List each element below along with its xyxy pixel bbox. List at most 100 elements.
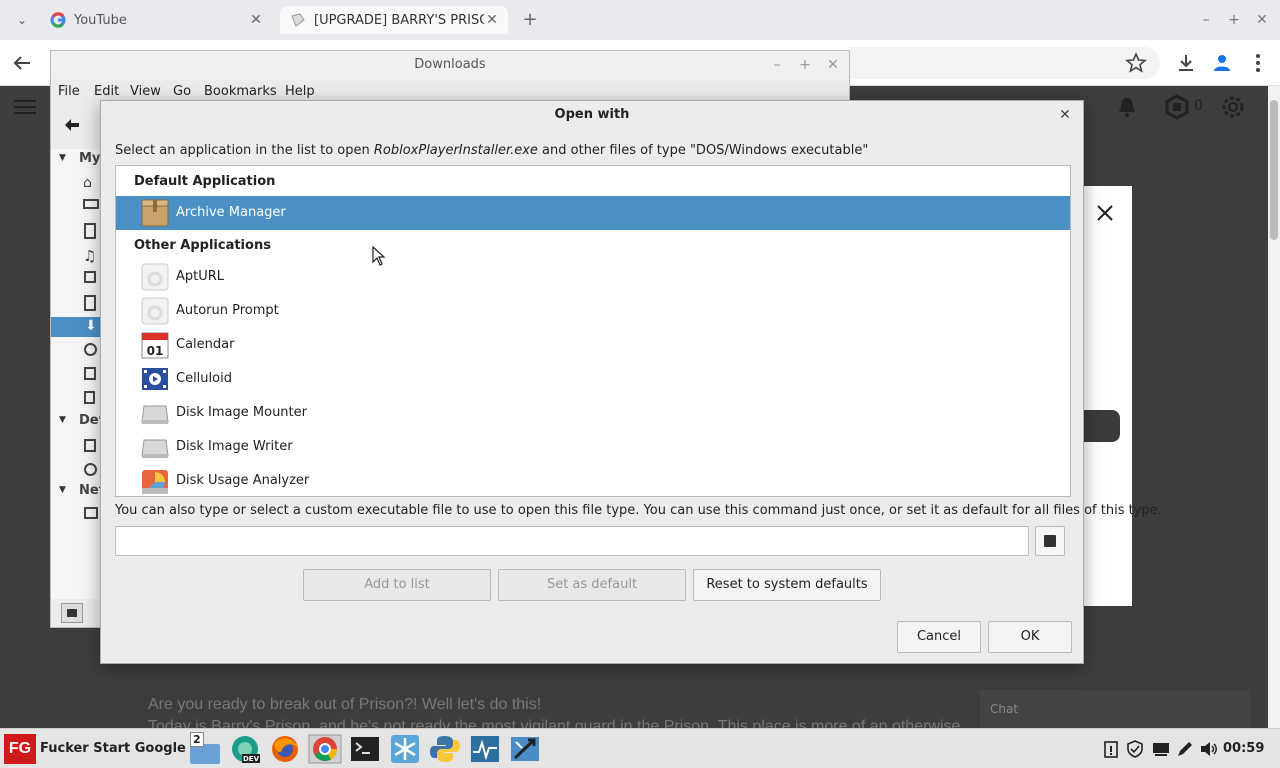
start-menu-label[interactable]: Fucker Start Google bbox=[40, 741, 186, 756]
download-icon[interactable] bbox=[1174, 51, 1198, 75]
profile-icon[interactable] bbox=[1210, 51, 1234, 75]
file-manager-taskbar-button[interactable]: 2 bbox=[188, 732, 222, 764]
menu-file[interactable]: File bbox=[58, 84, 80, 99]
menu-view[interactable]: View bbox=[130, 84, 161, 99]
page-modal-button[interactable] bbox=[1080, 410, 1120, 442]
section-my-computer[interactable]: My bbox=[79, 151, 100, 166]
page-icon bbox=[291, 13, 305, 27]
close-icon[interactable]: ✕ bbox=[248, 12, 264, 28]
settings-gear-icon[interactable] bbox=[1220, 94, 1246, 120]
close-window-button[interactable]: ✕ bbox=[1252, 10, 1272, 30]
snowflake-icon[interactable] bbox=[388, 734, 422, 764]
star-icon[interactable] bbox=[1124, 51, 1148, 75]
robux-icon[interactable] bbox=[1164, 94, 1190, 120]
folder-icon bbox=[1044, 535, 1056, 547]
expander-icon[interactable]: ▼ bbox=[59, 485, 66, 495]
browse-button[interactable] bbox=[1035, 526, 1065, 556]
display-icon[interactable] bbox=[1152, 740, 1170, 758]
clock[interactable]: 00:59 bbox=[1223, 741, 1264, 756]
minimize-button[interactable]: – bbox=[1196, 10, 1216, 30]
instruction-prefix: Select an application in the list to ope… bbox=[115, 143, 374, 158]
documents-icon[interactable] bbox=[84, 223, 96, 239]
sidebar-item-downloads[interactable]: ⬇ bbox=[51, 317, 101, 337]
dialog-close-button[interactable]: ✕ bbox=[1057, 107, 1073, 123]
page-modal bbox=[1080, 186, 1132, 606]
chat-panel[interactable]: Chat bbox=[980, 690, 1250, 728]
maximize-button[interactable]: + bbox=[1224, 10, 1244, 30]
download-icon: ⬇ bbox=[85, 318, 97, 334]
close-window-button[interactable]: ✕ bbox=[823, 55, 843, 75]
other-applications-header: Other Applications bbox=[134, 238, 271, 253]
minimize-button[interactable]: – bbox=[767, 55, 787, 75]
trash-icon[interactable] bbox=[84, 391, 95, 404]
firefox-icon[interactable] bbox=[268, 734, 302, 764]
recent-icon[interactable] bbox=[84, 343, 97, 356]
list-item-calendar[interactable]: 01 Calendar bbox=[116, 328, 1070, 362]
videos-icon[interactable] bbox=[84, 295, 96, 311]
expander-icon[interactable]: ▼ bbox=[59, 415, 66, 425]
custom-command-instruction: You can also type or select a custom exe… bbox=[115, 503, 1162, 518]
address-bar[interactable] bbox=[850, 47, 1160, 79]
cancel-button[interactable]: Cancel bbox=[897, 621, 981, 653]
show-places-button[interactable] bbox=[61, 603, 83, 623]
notification-bell-icon[interactable] bbox=[1116, 96, 1138, 118]
app-label: Autorun Prompt bbox=[176, 303, 279, 318]
shield-icon[interactable] bbox=[1126, 740, 1144, 758]
menu-help[interactable]: Help bbox=[285, 84, 315, 99]
drive-icon[interactable] bbox=[84, 439, 96, 452]
back-arrow-icon[interactable] bbox=[10, 51, 34, 75]
python-icon[interactable] bbox=[428, 734, 462, 764]
list-item-apturl[interactable]: AptURL bbox=[116, 260, 1070, 294]
system-monitor-icon[interactable] bbox=[468, 734, 502, 764]
tab-youtube[interactable]: YouTube ✕ bbox=[40, 6, 272, 34]
home-icon[interactable]: ⌂ bbox=[83, 175, 99, 191]
ok-button[interactable]: OK bbox=[988, 621, 1072, 653]
close-icon[interactable]: ✕ bbox=[484, 12, 500, 28]
list-item-celluloid[interactable]: Celluloid bbox=[116, 362, 1070, 396]
tab-search-chevron-icon[interactable]: ⌄ bbox=[10, 8, 34, 32]
list-item-disk-image-mounter[interactable]: Disk Image Mounter bbox=[116, 396, 1070, 430]
back-arrow-icon[interactable] bbox=[65, 119, 79, 131]
disc-icon[interactable] bbox=[84, 463, 97, 476]
folder-icon bbox=[67, 609, 77, 617]
tab-barrys-prison[interactable]: [UPGRADE] BARRY'S PRISO ✕ bbox=[280, 6, 508, 34]
close-icon[interactable] bbox=[1096, 204, 1114, 222]
disk-image-mounter-icon bbox=[141, 405, 169, 424]
more-menu-icon[interactable] bbox=[1246, 51, 1270, 75]
maximize-button[interactable]: + bbox=[795, 55, 815, 75]
list-item-archive-manager[interactable]: Archive Manager bbox=[116, 196, 1070, 230]
scrollbar-thumb[interactable] bbox=[1270, 100, 1278, 240]
new-tab-button[interactable]: + bbox=[520, 8, 540, 32]
chrome-icon[interactable] bbox=[308, 734, 342, 764]
custom-command-input[interactable] bbox=[115, 526, 1029, 556]
list-item-disk-image-writer[interactable]: Disk Image Writer bbox=[116, 430, 1070, 464]
network-icon[interactable] bbox=[84, 507, 98, 519]
hamburger-menu-icon[interactable] bbox=[14, 98, 36, 116]
filesystem-icon[interactable] bbox=[84, 367, 96, 380]
list-item-disk-usage-analyzer[interactable]: Disk Usage Analyzer bbox=[116, 464, 1070, 496]
music-icon[interactable]: ♫ bbox=[83, 247, 99, 265]
pen-icon[interactable] bbox=[1176, 740, 1194, 758]
menu-bookmarks[interactable]: Bookmarks bbox=[204, 84, 277, 99]
menu-edit[interactable]: Edit bbox=[94, 84, 119, 99]
clipboard-icon[interactable] bbox=[1102, 740, 1120, 758]
menu-go[interactable]: Go bbox=[173, 84, 191, 99]
reset-to-defaults-button[interactable]: Reset to system defaults bbox=[693, 569, 881, 601]
terminal-icon[interactable] bbox=[348, 734, 382, 764]
desktop-icon[interactable] bbox=[83, 199, 99, 209]
toolbox-icon[interactable] bbox=[508, 734, 542, 764]
archive-manager-icon bbox=[141, 199, 169, 227]
expander-icon[interactable]: ▼ bbox=[59, 153, 66, 163]
pictures-icon[interactable] bbox=[84, 271, 96, 283]
dialog-title: Open with bbox=[554, 107, 630, 122]
start-menu-logo[interactable]: FG bbox=[4, 734, 36, 764]
celluloid-icon bbox=[142, 368, 168, 390]
volume-icon[interactable] bbox=[1200, 740, 1218, 758]
google-g-icon bbox=[50, 12, 66, 28]
add-to-list-button[interactable]: Add to list bbox=[303, 569, 491, 601]
edge-dev-icon[interactable]: DEV bbox=[228, 734, 262, 764]
list-item-autorun-prompt[interactable]: Autorun Prompt bbox=[116, 294, 1070, 328]
folder-icon bbox=[190, 744, 220, 764]
set-as-default-button[interactable]: Set as default bbox=[498, 569, 686, 601]
application-list[interactable]: Default Application Archive Manager Othe… bbox=[115, 165, 1071, 497]
